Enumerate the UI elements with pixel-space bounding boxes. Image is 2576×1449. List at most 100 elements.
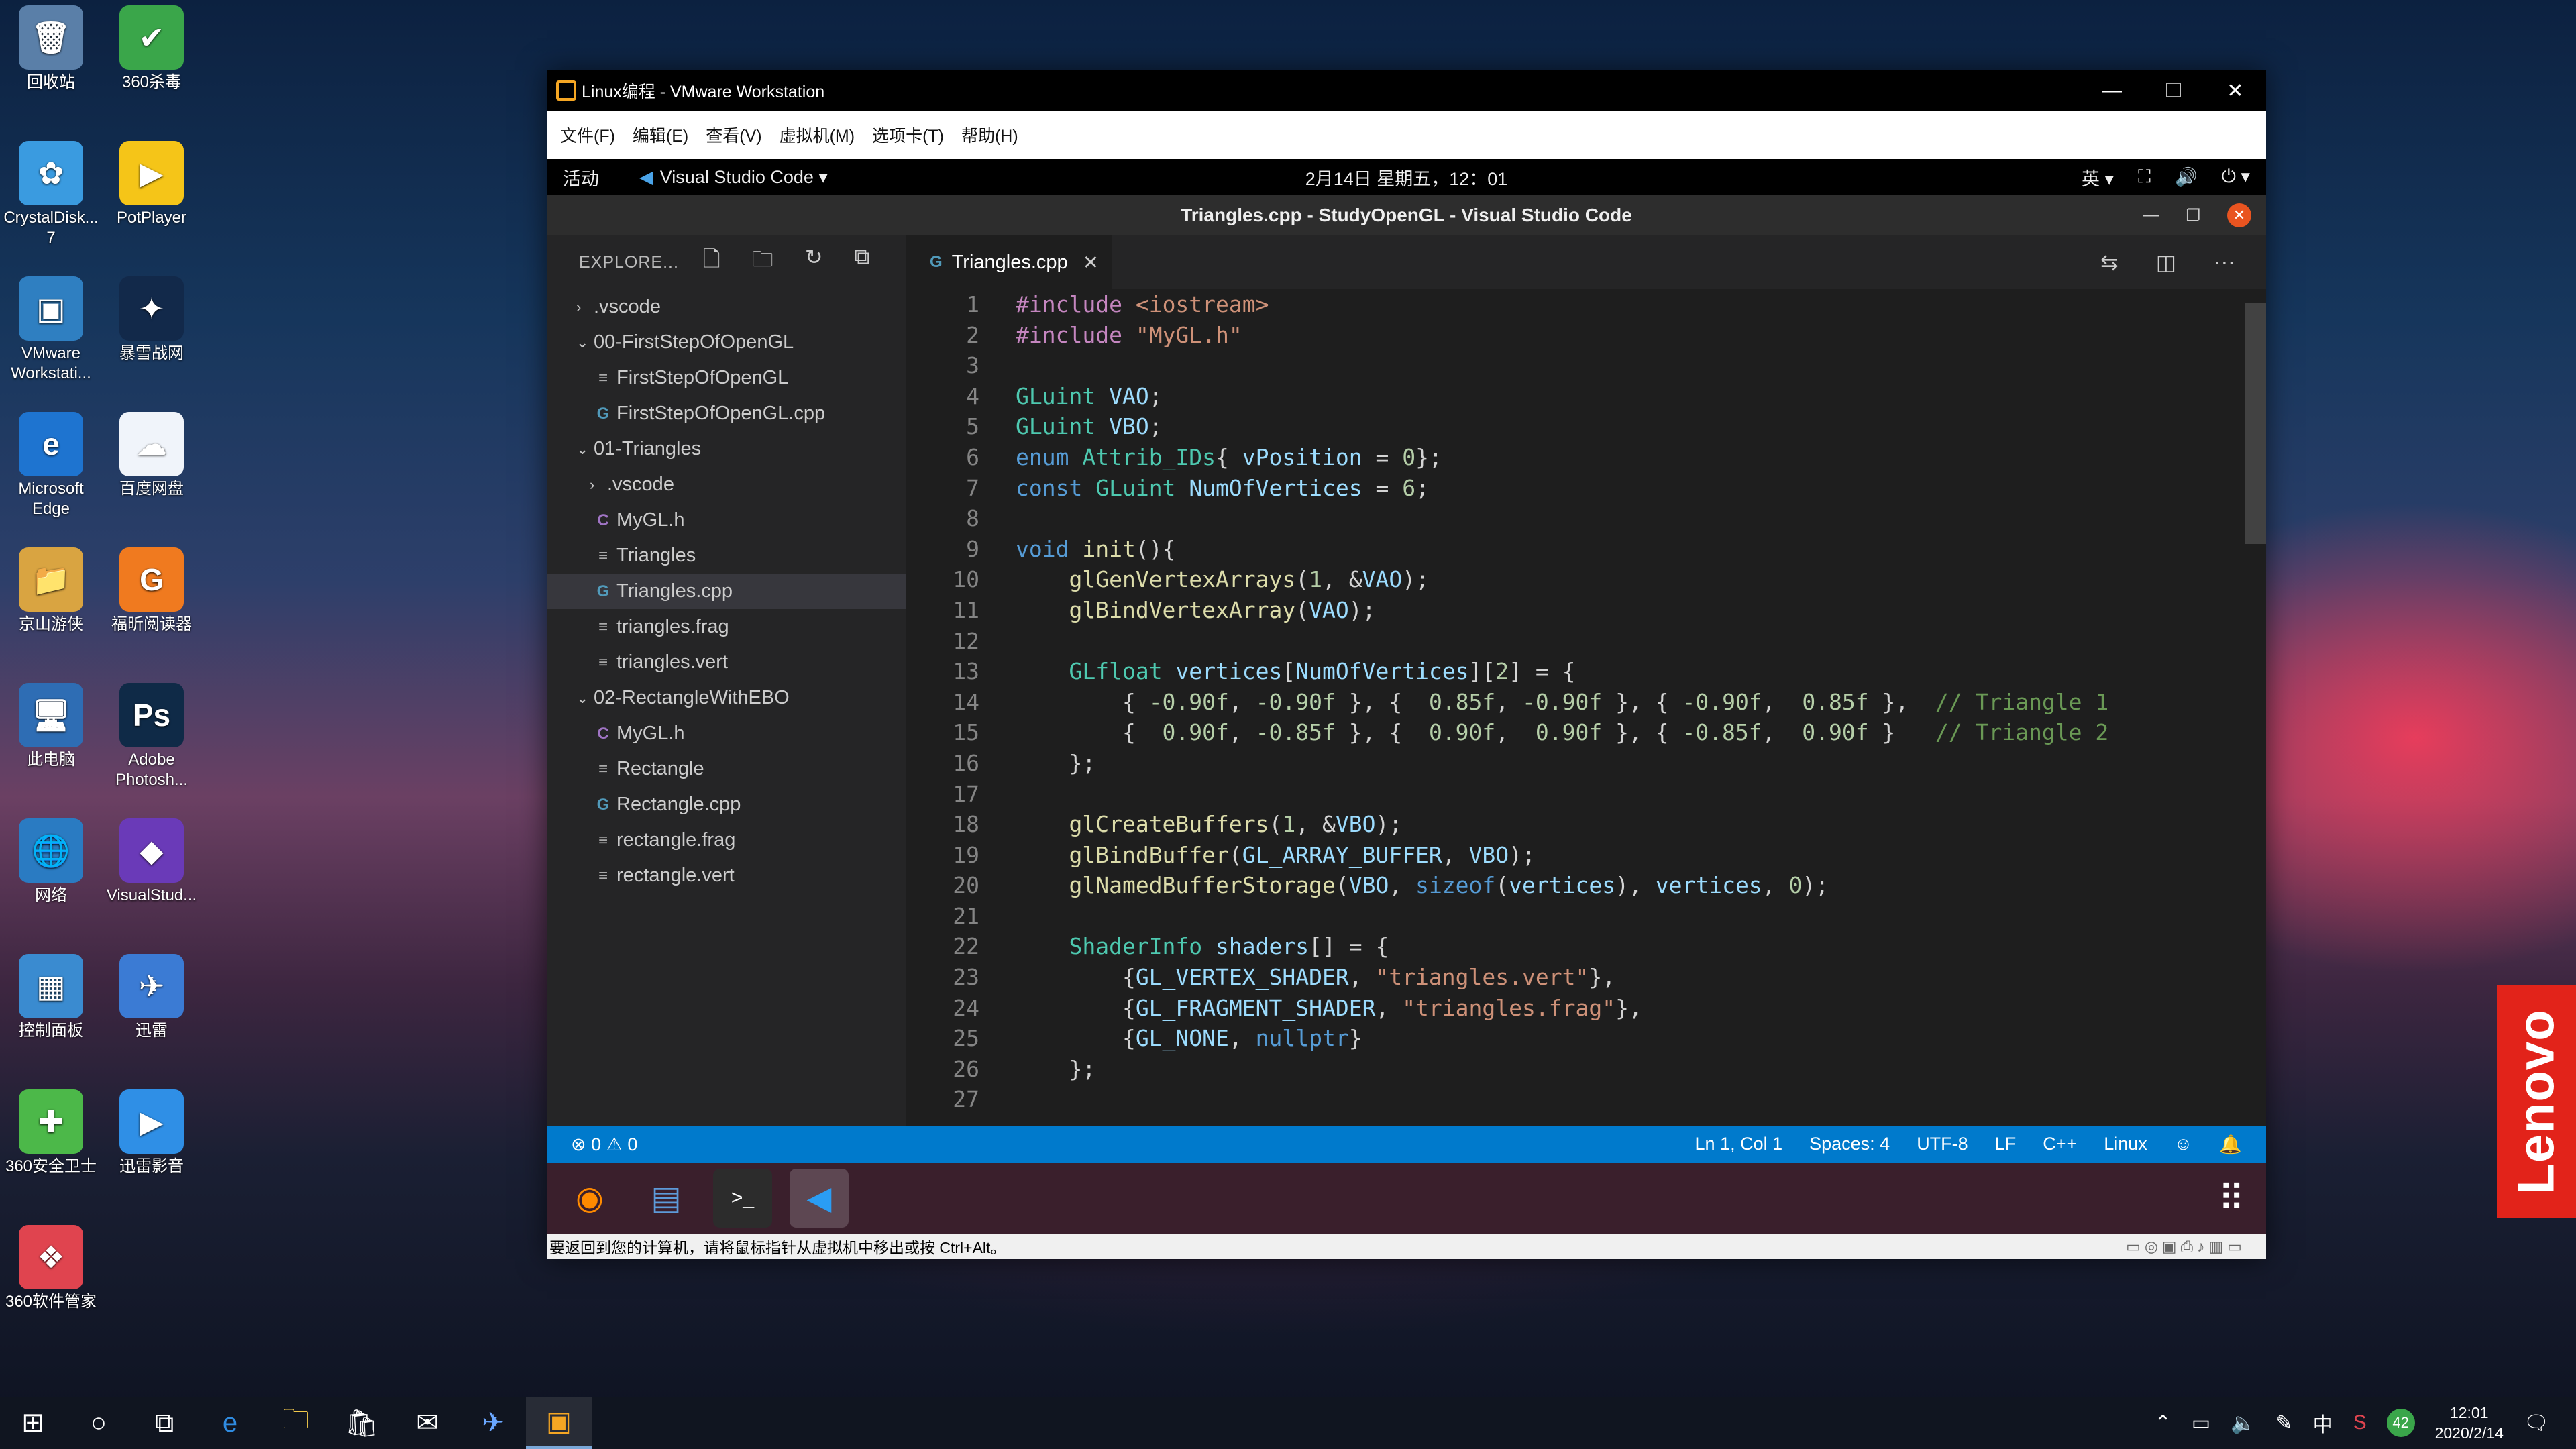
search-icon[interactable]: ○	[66, 1397, 131, 1449]
tray-expand-icon[interactable]: ⌃	[2155, 1411, 2171, 1435]
notifications-icon[interactable]: 🔔	[2219, 1134, 2242, 1155]
desktop-icon[interactable]: ▶ 迅雷影音	[98, 1089, 205, 1177]
problems-indicator[interactable]: ⊗ 0 ⚠ 0	[571, 1134, 637, 1155]
windows-start-icon[interactable]: ⊞	[0, 1397, 66, 1449]
minimize-icon[interactable]: —	[2081, 79, 2143, 103]
menu-vm[interactable]: 虚拟机(M)	[780, 123, 855, 147]
volume-icon[interactable]: 🔊	[2175, 166, 2198, 188]
tree-item[interactable]: ⌄ 02-RectangleWithEBO	[547, 680, 906, 716]
ime-indicator[interactable]: 中	[2313, 1408, 2333, 1438]
vscode-dock-icon[interactable]: ◀	[790, 1169, 849, 1228]
vscode-minimize-icon[interactable]: —	[2143, 206, 2159, 225]
feedback-icon[interactable]: ☺	[2174, 1134, 2193, 1155]
tree-item[interactable]: G Rectangle.cpp	[547, 787, 906, 822]
desktop-icon[interactable]: ◆ VisualStud...	[98, 818, 205, 906]
menu-file[interactable]: 文件(F)	[560, 123, 615, 147]
show-apps-icon[interactable]: ⠿	[2218, 1177, 2245, 1220]
mail-icon[interactable]: ✉	[394, 1397, 460, 1449]
menu-help[interactable]: 帮助(H)	[961, 123, 1018, 147]
close-icon[interactable]: ✕	[2204, 79, 2266, 103]
collapse-icon[interactable]: ⧉	[855, 244, 871, 280]
edge-icon[interactable]: e	[197, 1397, 263, 1449]
tree-item[interactable]: C MyGL.h	[547, 716, 906, 751]
vertical-scrollbar[interactable]	[2245, 303, 2266, 544]
indentation[interactable]: Spaces: 4	[1809, 1134, 1890, 1155]
desktop-icon[interactable]: 📁 京山游侠	[0, 547, 105, 635]
vscode-titlebar[interactable]: Triangles.cpp - StudyOpenGL - Visual Stu…	[547, 195, 2266, 235]
badge-360[interactable]: 42	[2386, 1409, 2415, 1437]
action-center-icon[interactable]: 🗨	[2524, 1411, 2549, 1435]
language-mode[interactable]: C++	[2043, 1134, 2077, 1155]
cursor-position[interactable]: Ln 1, Col 1	[1695, 1134, 1783, 1155]
tree-item[interactable]: › .vscode	[547, 289, 906, 325]
power-icon[interactable]: ⏻ ▾	[2222, 166, 2250, 188]
tree-item[interactable]: › .vscode	[547, 467, 906, 502]
desktop-icon[interactable]: ❖ 360软件管家	[0, 1225, 105, 1312]
vscode-restore-icon[interactable]: ❐	[2186, 206, 2200, 225]
input-method[interactable]: 英 ▾	[2082, 164, 2114, 191]
open-changes-icon[interactable]: ⇆	[2100, 250, 2118, 275]
vscode-close-icon[interactable]: ✕	[2227, 203, 2251, 227]
menu-edit[interactable]: 编辑(E)	[633, 123, 688, 147]
desktop-icon[interactable]: ☁ 百度网盘	[98, 412, 205, 499]
desktop-icon[interactable]: 🗑 回收站	[0, 5, 105, 93]
tree-item[interactable]: ≡ rectangle.vert	[547, 858, 906, 894]
tree-item[interactable]: ⌄ 00-FirstStepOfOpenGL	[547, 325, 906, 360]
desktop-icon[interactable]: ✦ 暴雪战网	[98, 276, 205, 364]
desktop-icon[interactable]: ✿ CrystalDisk... 7	[0, 141, 105, 248]
tree-item[interactable]: C MyGL.h	[547, 502, 906, 538]
desktop-icon[interactable]: e Microsoft Edge	[0, 412, 105, 519]
split-editor-icon[interactable]: ◫	[2156, 250, 2176, 275]
code-view[interactable]: 1 #include <iostream> 2 #include "MyGL.h" 3 4…	[906, 289, 2239, 1199]
refresh-icon[interactable]: ↻	[805, 244, 824, 280]
desktop-icon[interactable]: 🖥 此电脑	[0, 683, 105, 770]
vmware-titlebar[interactable]: Linux编程 - VMware Workstation — ☐ ✕	[547, 70, 2266, 111]
terminal-icon[interactable]: >_	[713, 1169, 772, 1228]
app-menu[interactable]: Visual Studio Code ▾	[660, 167, 828, 188]
pen-icon[interactable]: ✎	[2275, 1411, 2292, 1435]
tree-item[interactable]: ⌄ 01-Triangles	[547, 431, 906, 467]
tree-item[interactable]: ≡ Rectangle	[547, 751, 906, 787]
speaker-icon[interactable]: 🔈	[2231, 1411, 2255, 1435]
text-editor-icon[interactable]: ▤	[637, 1169, 696, 1228]
tree-item[interactable]: G FirstStepOfOpenGL.cpp	[547, 396, 906, 431]
desktop-icon[interactable]: ✔ 360杀毒	[98, 5, 205, 93]
tree-item[interactable]: ≡ FirstStepOfOpenGL	[547, 360, 906, 396]
tree-item[interactable]: ≡ triangles.vert	[547, 645, 906, 680]
menu-tabs[interactable]: 选项卡(T)	[872, 123, 944, 147]
end-of-line[interactable]: LF	[1995, 1134, 2017, 1155]
desktop-icon[interactable]: ▣ VMware Workstati...	[0, 276, 105, 384]
desktop-icon[interactable]: 🌐 网络	[0, 818, 105, 906]
firefox-icon[interactable]: ◉	[560, 1169, 619, 1228]
battery-icon[interactable]: ▭	[2192, 1411, 2210, 1435]
new-file-icon[interactable]: 🗋	[703, 244, 721, 280]
vmware-taskbar-icon[interactable]: ▣	[526, 1397, 592, 1449]
activities-button[interactable]: 活动	[563, 164, 599, 191]
store-icon[interactable]: 🛍	[329, 1397, 394, 1449]
tree-item[interactable]: ≡ Triangles	[547, 538, 906, 574]
tab-close-icon[interactable]: ✕	[1083, 251, 1099, 274]
device-icons[interactable]: ▭◎▣⎙♪▥▭	[2126, 1238, 2266, 1256]
thunder-icon[interactable]: ✈	[460, 1397, 526, 1449]
taskbar-clock[interactable]: 12:01 2020/2/14	[2435, 1403, 2504, 1443]
platform[interactable]: Linux	[2104, 1134, 2147, 1155]
more-actions-icon[interactable]: ⋯	[2214, 250, 2235, 275]
desktop-icon[interactable]: ✚ 360安全卫士	[0, 1089, 105, 1177]
desktop-icon[interactable]: ▶ PotPlayer	[98, 141, 205, 228]
encoding[interactable]: UTF-8	[1917, 1134, 1968, 1155]
ubuntu-clock[interactable]: 2月14日 星期五，12：01	[1305, 164, 1508, 191]
file-explorer-icon[interactable]: 🗀	[263, 1397, 329, 1449]
desktop-icon[interactable]: Ps Adobe Photosh...	[98, 683, 205, 790]
tree-item[interactable]: G Triangles.cpp	[547, 574, 906, 609]
tab-triangles-cpp[interactable]: G Triangles.cpp ✕	[906, 235, 1112, 289]
network-icon[interactable]: ⛶	[2138, 166, 2151, 188]
menu-view[interactable]: 查看(V)	[706, 123, 761, 147]
desktop-icon[interactable]: ✈ 迅雷	[98, 954, 205, 1041]
tree-item[interactable]: ≡ triangles.frag	[547, 609, 906, 645]
maximize-icon[interactable]: ☐	[2143, 79, 2204, 103]
new-folder-icon[interactable]: 🗀	[752, 244, 774, 280]
sogou-icon[interactable]: S	[2353, 1411, 2367, 1434]
tree-item[interactable]: ≡ rectangle.frag	[547, 822, 906, 858]
desktop-icon[interactable]: G 福昕阅读器	[98, 547, 205, 635]
desktop-icon[interactable]: ▦ 控制面板	[0, 954, 105, 1041]
